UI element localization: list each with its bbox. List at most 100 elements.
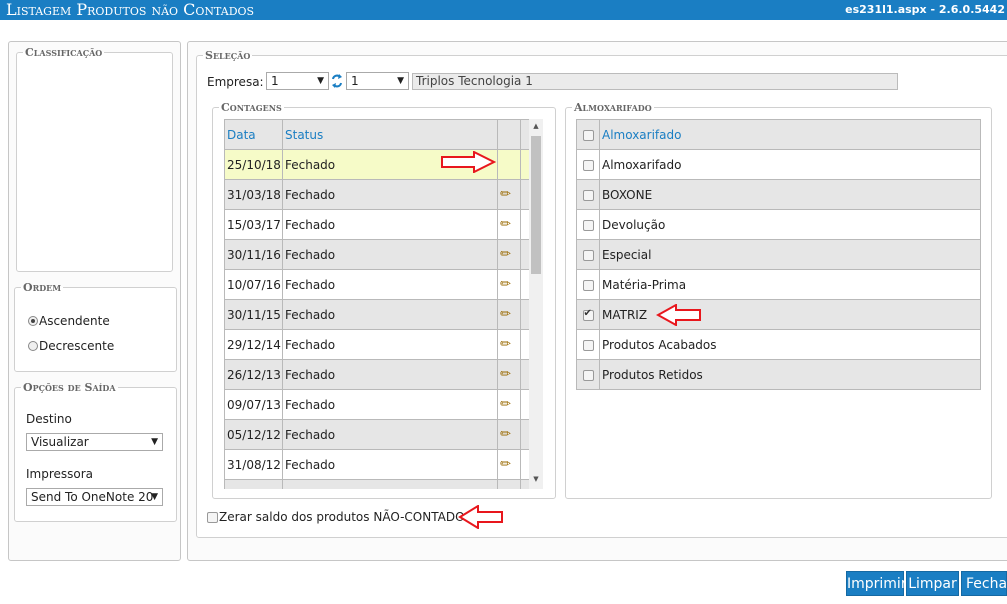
cell-data: 30/11/16 [224, 239, 283, 270]
col-almoxarifado[interactable]: Almoxarifado [599, 119, 981, 150]
radio-ascendente-dot[interactable] [28, 316, 38, 326]
radio-decrescente-dot[interactable] [28, 341, 38, 351]
cell-data [224, 479, 283, 489]
col-status[interactable]: Status [282, 119, 498, 150]
checkbox-cell [576, 329, 600, 360]
edit-cell: ✏ [497, 389, 521, 420]
empresa-select[interactable]: 1 ▼ [266, 72, 329, 90]
cell-status [282, 479, 498, 489]
extra-cell [520, 419, 529, 450]
radio-decrescente[interactable]: Decrescente [28, 339, 114, 353]
table-row[interactable]: Especial [576, 239, 981, 270]
extra-cell [520, 269, 529, 300]
row-checkbox[interactable] [582, 249, 594, 261]
table-row[interactable]: 31/03/18 Fechado ✏ [224, 179, 529, 210]
cell-almoxarifado: Produtos Acabados [599, 329, 981, 360]
table-row[interactable]: 29/12/14 Fechado ✏ [224, 329, 529, 360]
cell-data: 25/10/18 [224, 149, 283, 180]
chevron-down-icon: ▼ [151, 437, 158, 447]
almoxarifado-header: Almoxarifado [576, 119, 981, 150]
cell-almoxarifado: Devolução [599, 209, 981, 240]
scroll-down-icon[interactable]: ▼ [529, 475, 543, 483]
table-row[interactable]: BOXONE [576, 179, 981, 210]
table-row[interactable]: 10/07/16 Fechado ✏ [224, 269, 529, 300]
window-title: Listagem Produtos não Contados [6, 0, 255, 19]
contagens-legend: Contagens [221, 101, 282, 114]
fechar-button[interactable]: Fecha [961, 571, 1007, 596]
table-row[interactable]: Devolução [576, 209, 981, 240]
annotation-arrow-right-icon [441, 151, 496, 173]
contagens-table: Data Status 25/10/18 Fechado 31/03/18 Fe… [224, 119, 529, 489]
radio-ascendente[interactable]: Ascendente [28, 314, 110, 328]
edit-cell: ✏ [497, 449, 521, 480]
selecao-legend: Seleção [205, 49, 251, 62]
title-bar: Listagem Produtos não Contados es231l1.a… [0, 0, 1007, 20]
table-row[interactable]: Produtos Retidos [576, 359, 981, 390]
cell-data: 31/08/12 [224, 449, 283, 480]
select-all-checkbox[interactable] [582, 129, 594, 141]
swap-icon[interactable] [331, 72, 343, 90]
pencil-icon[interactable]: ✏ [500, 307, 511, 322]
row-checkbox[interactable] [582, 189, 594, 201]
pencil-icon[interactable]: ✏ [500, 337, 511, 352]
pencil-icon[interactable]: ✏ [500, 427, 511, 442]
table-row[interactable]: MATRIZ [576, 299, 981, 330]
filial-select[interactable]: 1 ▼ [346, 72, 409, 90]
table-row[interactable]: 05/12/12 Fechado ✏ [224, 419, 529, 450]
pencil-icon[interactable]: ✏ [500, 367, 511, 382]
table-row[interactable]: 30/11/15 Fechado ✏ [224, 299, 529, 330]
edit-cell: ✏ [497, 299, 521, 330]
zerar-option[interactable]: Zerar saldo dos produtos NÃO-CONTADOS? [207, 510, 479, 524]
destino-value: Visualizar [31, 435, 89, 449]
pencil-icon[interactable]: ✏ [500, 217, 511, 232]
destino-select[interactable]: Visualizar ▼ [26, 433, 163, 451]
pencil-icon[interactable]: ✏ [500, 277, 511, 292]
impressora-select[interactable]: Send To OneNote 20 ▼ [26, 488, 163, 506]
impressora-label: Impressora [26, 467, 94, 481]
cell-status: Fechado [282, 299, 498, 330]
cell-almoxarifado: Especial [599, 239, 981, 270]
limpar-button[interactable]: Limpar [906, 571, 959, 596]
edit-cell: ✏ [497, 419, 521, 450]
extra-cell [520, 209, 529, 240]
almoxarifado-table: Almoxarifado Almoxarifado BOXONE Devoluç… [576, 119, 981, 390]
pencil-icon[interactable]: ✏ [500, 457, 511, 472]
col-edit [497, 119, 521, 150]
table-row[interactable]: 26/12/13 Fechado ✏ [224, 359, 529, 390]
cell-status: Fechado [282, 389, 498, 420]
row-checkbox[interactable] [582, 279, 594, 291]
cell-almoxarifado: Produtos Retidos [599, 359, 981, 390]
table-row[interactable]: 30/11/16 Fechado ✏ [224, 239, 529, 270]
row-checkbox[interactable] [582, 219, 594, 231]
pencil-icon[interactable]: ✏ [500, 397, 511, 412]
extra-cell [520, 449, 529, 480]
empresa-value: 1 [271, 74, 279, 88]
cell-data: 05/12/12 [224, 419, 283, 450]
destino-label: Destino [26, 412, 72, 426]
contagens-scrollbar[interactable]: ▲ ▼ [529, 119, 543, 489]
pencil-icon[interactable]: ✏ [500, 247, 511, 262]
cell-data: 15/03/17 [224, 209, 283, 240]
scroll-thumb[interactable] [531, 136, 541, 274]
zerar-checkbox[interactable] [207, 511, 218, 523]
table-row[interactable] [224, 479, 529, 489]
pencil-icon[interactable]: ✏ [500, 187, 511, 202]
table-row[interactable]: 09/07/13 Fechado ✏ [224, 389, 529, 420]
cell-data: 30/11/15 [224, 299, 283, 330]
imprimir-button[interactable]: Imprimir [846, 571, 907, 596]
row-checkbox-checked[interactable] [582, 308, 594, 321]
table-row[interactable]: 31/08/12 Fechado ✏ [224, 449, 529, 480]
table-row[interactable]: Matéria-Prima [576, 269, 981, 300]
row-checkbox[interactable] [582, 339, 594, 351]
scroll-up-icon[interactable]: ▲ [529, 122, 543, 130]
table-row[interactable]: 15/03/17 Fechado ✏ [224, 209, 529, 240]
row-checkbox[interactable] [582, 369, 594, 381]
cell-data: 09/07/13 [224, 389, 283, 420]
row-checkbox[interactable] [582, 159, 594, 171]
chevron-down-icon: ▼ [397, 76, 404, 86]
chevron-down-icon: ▼ [317, 76, 324, 86]
col-data[interactable]: Data [224, 119, 283, 150]
cell-data: 31/03/18 [224, 179, 283, 210]
table-row[interactable]: Produtos Acabados [576, 329, 981, 360]
table-row[interactable]: Almoxarifado [576, 149, 981, 180]
